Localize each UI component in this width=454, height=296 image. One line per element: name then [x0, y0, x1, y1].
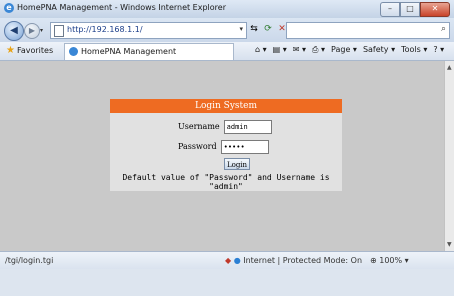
login-panel: Login System Username Password Login Def… [110, 99, 342, 191]
mail-icon[interactable]: ✉ ▾ [293, 45, 306, 55]
tools-menu[interactable]: Tools ▾ [401, 45, 427, 55]
zone-label: Internet | Protected Mode: On [243, 256, 363, 265]
favorites-button[interactable]: ★ Favorites [6, 45, 53, 56]
url-field[interactable]: http://192.168.1.1/ ▾ [50, 22, 247, 39]
security-zone[interactable]: ◆ ● Internet | Protected Mode: On [225, 256, 362, 265]
default-credentials-note: Default value of "Password" and Username… [122, 173, 330, 191]
address-bar: ◀ ▶ ▾ http://192.168.1.1/ ▾ ⇆ ⟳ ✕ ⌕ [0, 18, 454, 42]
page-icon [54, 25, 64, 37]
status-bar: /tgi/login.tgi ◆ ● Internet | Protected … [0, 251, 454, 270]
ie-logo-icon: e [4, 3, 14, 13]
browser-window: e HomePNA Management - Windows Internet … [0, 0, 454, 296]
login-button[interactable]: Login [224, 158, 250, 170]
command-bar: ★ Favorites HomePNA Management ⌂ ▾ ▤ ▾ ✉ … [0, 42, 454, 61]
url-text[interactable]: http://192.168.1.1/ [67, 25, 143, 34]
zoom-level: 100% [379, 256, 403, 265]
password-label: Password [178, 142, 217, 151]
zoom-icon: ⊕ [370, 256, 377, 265]
globe-icon: ● [233, 256, 241, 265]
page-content: Login System Username Password Login Def… [0, 61, 444, 251]
vertical-scrollbar[interactable]: ▲ ▼ [444, 61, 454, 251]
username-label: Username [178, 122, 220, 131]
window-controls: – □ ✕ [380, 2, 450, 17]
status-url: /tgi/login.tgi [5, 256, 54, 265]
url-dropdown-icon[interactable]: ▾ [239, 25, 243, 33]
title-bar: e HomePNA Management - Windows Internet … [0, 0, 454, 18]
command-tools: ⌂ ▾ ▤ ▾ ✉ ▾ ⎙ ▾ Page ▾ Safety ▾ Tools ▾ … [255, 45, 444, 55]
forward-button[interactable]: ▶ [24, 23, 40, 39]
scroll-down-icon[interactable]: ▼ [447, 241, 452, 248]
safety-menu[interactable]: Safety ▾ [363, 45, 395, 55]
window-title: HomePNA Management - Windows Internet Ex… [17, 3, 226, 12]
history-dropdown-icon[interactable]: ▾ [40, 27, 43, 34]
tab-ie-icon [69, 47, 78, 56]
search-icon[interactable]: ⌕ [441, 24, 446, 34]
scroll-up-icon[interactable]: ▲ [447, 64, 452, 71]
login-header: Login System [110, 99, 342, 113]
close-button[interactable]: ✕ [420, 2, 450, 17]
zoom-control[interactable]: ⊕ 100% ▾ [370, 256, 409, 265]
password-input[interactable] [220, 140, 269, 154]
print-icon[interactable]: ⎙ ▾ [312, 45, 325, 55]
shield-icon: ◆ [225, 256, 232, 265]
bottom-frame [0, 269, 454, 296]
password-row: Password [178, 140, 269, 154]
username-row: Username [178, 120, 272, 134]
compatibility-icon[interactable]: ⇆ [248, 23, 260, 36]
favorites-label: Favorites [16, 46, 54, 55]
maximize-button[interactable]: □ [400, 2, 420, 17]
search-input[interactable]: ⌕ [286, 22, 450, 39]
feeds-icon[interactable]: ▤ ▾ [273, 45, 287, 55]
tab-homepna[interactable]: HomePNA Management [64, 43, 234, 60]
minimize-button[interactable]: – [380, 2, 400, 17]
refresh-icon[interactable]: ⟳ [262, 23, 274, 36]
star-icon: ★ [6, 45, 15, 56]
help-icon[interactable]: ? ▾ [433, 45, 444, 55]
back-button[interactable]: ◀ [4, 21, 24, 41]
tab-label: HomePNA Management [81, 47, 177, 56]
address-buttons: ⇆ ⟳ ✕ [248, 23, 288, 36]
home-icon[interactable]: ⌂ ▾ [255, 45, 267, 55]
page-menu[interactable]: Page ▾ [331, 45, 357, 55]
username-input[interactable] [223, 120, 272, 134]
